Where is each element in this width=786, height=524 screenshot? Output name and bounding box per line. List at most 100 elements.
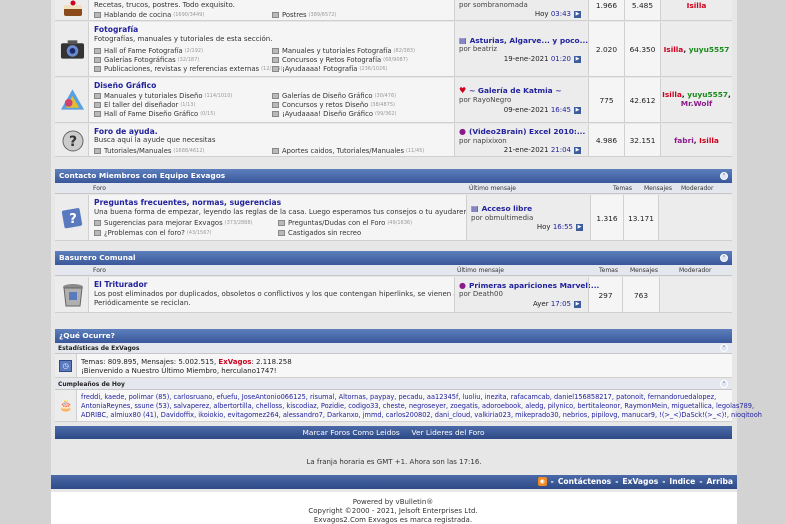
forum-description: Los post eliminados por duplicados, obso… — [94, 290, 471, 298]
last-post-author[interactable]: por Death00 — [459, 290, 503, 298]
subforum-link[interactable]: Tutoriales/Manuales (1688/4612) — [94, 147, 204, 155]
index-link[interactable]: Indice — [669, 477, 695, 486]
forum-row-fotografia[interactable]: Fotografía Fotografías, manuales y tutor… — [55, 22, 732, 77]
forum-row-ayuda[interactable]: ? Foro de ayuda. Busca aquí la ayude que… — [55, 124, 732, 157]
subforum-link[interactable]: Galerías Fotográficas (32/187) — [94, 56, 199, 64]
birthday-list[interactable]: ADRIBC, almiux80 (41), Davidoffix, ikoio… — [81, 411, 762, 419]
subforum-link[interactable]: Hall of Fame Fotografía (2/192) — [94, 47, 203, 55]
threads-count: 1.966 — [588, 0, 624, 20]
subforum-icon — [94, 148, 101, 154]
last-post-author[interactable]: por obmultimedia — [471, 214, 533, 222]
subforum-link[interactable]: Postres (389/6572) — [272, 11, 336, 19]
subforum-link[interactable]: Manuales y tutoriales Fotografía (82/383) — [272, 47, 415, 55]
last-post-title[interactable]: ● (Video2Brain) Excel 2010:... — [459, 127, 585, 136]
subforum-icon — [94, 230, 101, 236]
category-header-basurero[interactable]: Basurero Comunal ⌃ — [55, 251, 732, 265]
column-headers: Foro Último mensaje Temas Mensajes Moder… — [55, 265, 732, 276]
moderators: fabri, Isilla — [660, 124, 732, 156]
last-post-title[interactable]: ♥ ~ Galería de Katmia ~ — [459, 86, 561, 95]
category-header-contacto[interactable]: Contacto Miembros con Equipo Exvagos ⌃ — [55, 169, 732, 183]
last-post-date: 19-ene-2021 01:20 ▶ — [503, 55, 581, 63]
go-to-post-icon[interactable]: ▶ — [574, 10, 581, 18]
subforum-icon — [272, 12, 279, 18]
collapse-icon[interactable]: ⌃ — [720, 344, 728, 352]
last-post-author[interactable]: por beatriz — [459, 45, 497, 53]
subforum-link[interactable]: ¡Ayudaaaa! Diseño Gráfico (99/362) — [272, 110, 396, 118]
forum-title[interactable]: Diseño Gráfico — [94, 81, 156, 90]
forum-description: Recetas, trucos, postres. Todo exquisito… — [94, 1, 235, 9]
forum-row-triturador[interactable]: El Triturador Los post eliminados por du… — [55, 277, 732, 313]
cake-icon — [60, 0, 85, 21]
forum-description: Busca aquí la ayude que necesitas — [94, 136, 216, 144]
question-icon: ? — [60, 128, 85, 153]
powered-by: Powered by vBulletin® — [352, 498, 434, 506]
forum-title[interactable]: Foro de ayuda. — [94, 127, 158, 136]
subforum-link[interactable]: Concursos y retos Diseño (38/4875) — [272, 101, 395, 109]
subforum-icon — [94, 12, 101, 18]
forum-leaders-link[interactable]: Ver Lideres del Foro — [412, 428, 485, 437]
forum-title[interactable]: Fotografía — [94, 25, 138, 34]
last-post-author[interactable]: por napixixon — [459, 137, 507, 145]
subforum-icon — [272, 111, 279, 117]
go-to-post-icon[interactable]: ▶ — [574, 55, 581, 63]
mark-forums-read-link[interactable]: Marcar Foros Como Leidos — [302, 428, 399, 437]
subforum-link[interactable]: Preguntas/Dudas con el Foro (49/1636) — [278, 219, 412, 227]
bottom-navbar: ◉ - Contáctenos - ExVagos - Indice - Arr… — [51, 475, 737, 489]
contact-link[interactable]: Contáctenos — [558, 477, 611, 486]
forum-title[interactable]: Preguntas frecuentes, normas, sugerencia… — [94, 198, 281, 207]
go-to-post-icon[interactable]: ▶ — [574, 300, 581, 308]
subforum-link[interactable]: Manuales y tutoriales Diseño (114/1010) — [94, 92, 232, 100]
home-link[interactable]: ExVagos — [622, 477, 658, 486]
collapse-icon[interactable]: ⌃ — [720, 172, 728, 180]
subforum-link[interactable]: ¡Ayudaaaa! Fotografía (236/1026) — [272, 65, 387, 73]
subforum-icon — [278, 230, 285, 236]
subforum-link[interactable]: Galerías de Diseño Gráfico (30/476) — [272, 92, 396, 100]
content-frame: Recetas, trucos, postres. Todo exquisito… — [51, 0, 762, 492]
subforum-link[interactable]: Hablando de cocina (1690/3449) — [94, 11, 204, 19]
top-link[interactable]: Arriba — [706, 477, 733, 486]
subforum-link[interactable]: Concursos y Retos Fotografía (68/9087) — [272, 56, 408, 64]
subforum-icon — [94, 57, 101, 63]
stats-header: Estadísticas de ExVagos ⌃ — [55, 343, 732, 354]
last-post-title[interactable]: ● Primeras apariciones Marvel:... — [459, 281, 599, 290]
last-post-author: por sombranomada — [459, 1, 528, 9]
go-to-post-icon[interactable]: ▶ — [574, 106, 581, 114]
birthday-list[interactable]: freddi, kaede, polimar (85), carlosruano… — [81, 393, 716, 401]
subforum-link[interactable]: Castigados sin recreo — [278, 229, 361, 237]
svg-text:?: ? — [68, 134, 76, 150]
go-to-post-icon[interactable]: ▶ — [574, 146, 581, 154]
copyright: Copyright ©2000 - 2021, Jelsoft Enterpri… — [308, 507, 478, 515]
last-post-date: Ayer 17:05 ▶ — [532, 300, 581, 308]
collapse-icon[interactable]: ⌃ — [720, 380, 728, 388]
forum-row-preguntas[interactable]: ? Preguntas frecuentes, normas, sugerenc… — [55, 195, 732, 241]
heart-icon: ♥ — [459, 86, 467, 95]
subforum-link[interactable]: ¿Problemas con el foro? (43/1567) — [94, 229, 212, 237]
last-post-title[interactable]: ▤ Asturias, Algarve... y poco... — [459, 36, 588, 45]
subforum-link[interactable]: Aportes caidos, Tutoriales/Manuales (11/4… — [272, 147, 424, 155]
subforum-icon — [272, 102, 279, 108]
subforum-icon — [94, 102, 101, 108]
last-post-date: Hoy 16:55 ▶ — [536, 223, 583, 231]
birthday-list[interactable]: AntoniaReynes, ssune (53), salvaperez, a… — [81, 402, 754, 410]
posts-count: 13.171 — [623, 195, 658, 240]
forum-row-diseno[interactable]: Diseño Gráfico Manuales y tutoriales Dis… — [55, 78, 732, 123]
forum-title[interactable]: El Triturador — [94, 280, 147, 289]
last-post-title[interactable]: ▤ Acceso libre — [471, 204, 532, 213]
palette-icon — [60, 87, 85, 112]
subforum-icon — [272, 48, 279, 54]
rss-icon[interactable]: ◉ — [537, 477, 547, 486]
subforum-link[interactable]: Publicaciones, revistas y referencias ex… — [94, 65, 283, 73]
threads-count: 297 — [588, 277, 622, 312]
collapse-icon[interactable]: ⌃ — [720, 254, 728, 262]
moderators: Isilla — [660, 0, 732, 20]
subforum-icon — [94, 93, 101, 99]
subforum-link[interactable]: El taller del diseñador (1/13) — [94, 101, 195, 109]
subforum-icon — [272, 57, 279, 63]
forum-row-cocina[interactable]: Recetas, trucos, postres. Todo exquisito… — [55, 0, 732, 21]
last-post-author[interactable]: por RayoNegro — [459, 96, 511, 104]
go-to-post-icon[interactable]: ▶ — [576, 223, 583, 231]
help-book-icon: ? — [60, 205, 85, 230]
last-post-date: 09-ene-2021 16:45 ▶ — [503, 106, 581, 114]
subforum-link[interactable]: Hall of Fame Diseño Gráfico (0/15) — [94, 110, 215, 118]
subforum-link[interactable]: Sugerencias para mejorar Exvagos (373/288… — [94, 219, 253, 227]
